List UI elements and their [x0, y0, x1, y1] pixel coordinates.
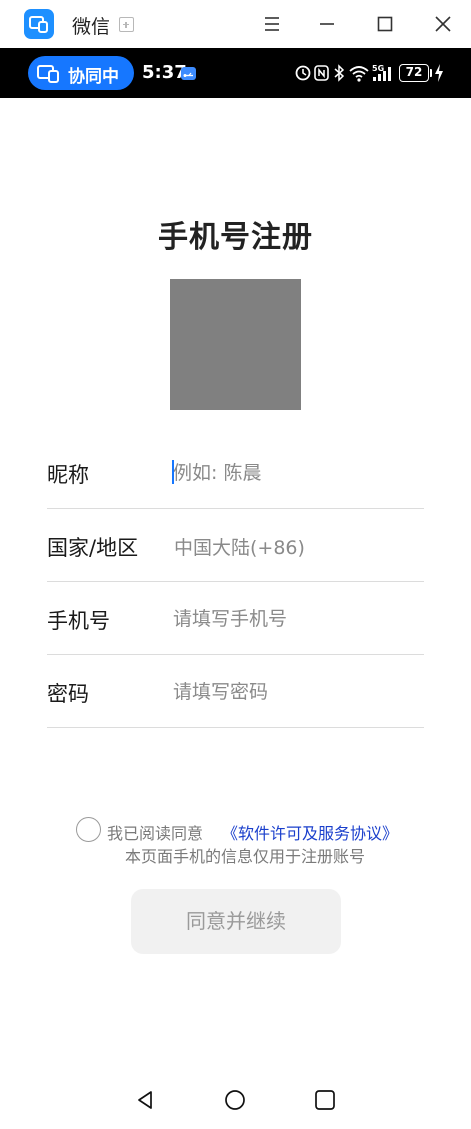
sync-status-pill[interactable]: 协同中 — [28, 56, 134, 90]
wifi-icon — [349, 66, 369, 82]
password-input[interactable] — [173, 677, 413, 707]
page-title: 手机号注册 — [158, 220, 313, 255]
phone-status-bar: 协同中 5:37 5G 72 — [0, 48, 471, 98]
close-icon[interactable] — [428, 9, 458, 39]
avatar-upload[interactable] — [170, 279, 301, 410]
nfc-icon — [314, 65, 329, 81]
region-selector[interactable]: 中国大陆(+86) — [174, 533, 305, 560]
battery-tip — [430, 69, 432, 77]
back-icon[interactable] — [134, 1088, 158, 1112]
charging-icon — [435, 64, 443, 82]
recents-icon[interactable] — [313, 1088, 337, 1112]
agreement-row: 我已阅读同意 《软件许可及服务协议》 本页面手机的信息仅用于注册账号 — [76, 816, 456, 866]
phone-label: 手机号 — [47, 609, 110, 633]
agreement-note: 本页面手机的信息仅用于注册账号 — [125, 847, 366, 866]
5g-signal-icon: 5G — [372, 64, 391, 81]
window-titlebar: 微信 — [0, 0, 471, 48]
region-label: 国家/地区 — [47, 536, 139, 560]
alarm-icon — [295, 65, 311, 81]
maximize-icon[interactable] — [370, 9, 400, 39]
agree-continue-button[interactable]: 同意并继续 — [131, 889, 341, 954]
region-row[interactable]: 国家/地区 中国大陆(+86) — [47, 509, 424, 582]
new-window-icon[interactable] — [119, 17, 134, 32]
agreement-checkbox[interactable] — [76, 817, 101, 842]
multi-device-icon — [24, 9, 54, 39]
agreement-link[interactable]: 《软件许可及服务协议》 — [222, 820, 398, 844]
bluetooth-icon — [334, 64, 345, 82]
nickname-row: 昵称 — [47, 436, 424, 509]
menu-icon[interactable] — [257, 9, 287, 39]
home-icon[interactable] — [223, 1088, 247, 1112]
usb-icon — [181, 67, 196, 80]
battery-icon: 72 — [399, 64, 429, 82]
phone-row: 手机号 — [47, 582, 424, 655]
svg-text:5G: 5G — [372, 64, 384, 73]
app-title: 微信 — [72, 16, 111, 38]
navigation-bar — [0, 1070, 471, 1129]
nickname-label: 昵称 — [47, 463, 89, 487]
sync-label: 协同中 — [68, 67, 119, 87]
multi-device-icon — [37, 65, 59, 83]
nickname-input[interactable] — [173, 458, 413, 488]
phone-input[interactable] — [173, 604, 413, 634]
text-caret — [172, 460, 174, 484]
minimize-icon[interactable] — [312, 9, 342, 39]
password-row: 密码 — [47, 655, 424, 728]
password-label: 密码 — [47, 682, 89, 706]
agreement-text: 我已阅读同意 — [107, 824, 204, 843]
